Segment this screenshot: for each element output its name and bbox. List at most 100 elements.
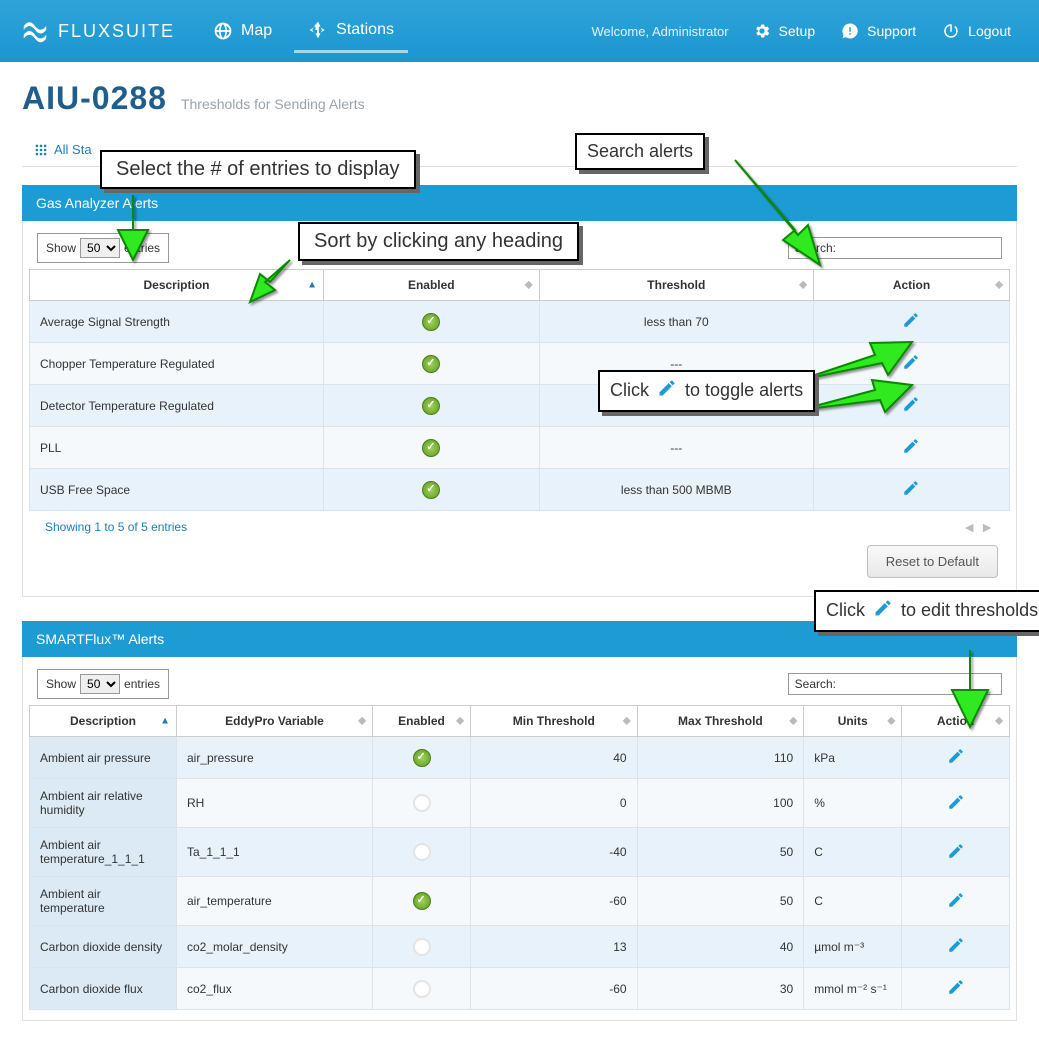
table-row: Carbon dioxide density co2_molar_density…	[30, 926, 1010, 968]
enabled-on-icon[interactable]	[422, 439, 440, 457]
sort-icon: ◆	[789, 716, 797, 727]
enabled-off-icon[interactable]	[413, 980, 431, 998]
prev-icon[interactable]: ◄	[962, 519, 976, 535]
page-title: AIU-0288	[22, 80, 167, 117]
grid-icon	[34, 143, 48, 157]
annotation-arrow-icon	[245, 252, 305, 315]
show-label: Show	[46, 677, 76, 691]
cell-variable: air_temperature	[177, 877, 373, 926]
brand-name: FLUXSUITE	[58, 21, 175, 42]
cell-description: Detector Temperature Regulated	[30, 385, 324, 427]
cell-description: Ambient air temperature	[30, 877, 177, 926]
annotation-arrow-icon	[720, 150, 840, 283]
cell-threshold: ---	[539, 427, 813, 469]
cell-description: Ambient air pressure	[30, 737, 177, 779]
enabled-on-icon[interactable]	[422, 481, 440, 499]
cell-threshold: less than 500 MBMB	[539, 469, 813, 511]
enabled-on-icon[interactable]	[413, 749, 431, 767]
cell-action	[902, 828, 1010, 877]
cell-units: kPa	[804, 737, 902, 779]
enabled-off-icon[interactable]	[413, 794, 431, 812]
cell-variable: co2_flux	[177, 968, 373, 1010]
show-label: Show	[46, 241, 76, 255]
panel2-length-select[interactable]: 50	[80, 674, 120, 694]
col-action[interactable]: Action◆	[813, 270, 1009, 301]
cell-action	[902, 877, 1010, 926]
edit-icon[interactable]	[947, 985, 965, 999]
col2-min[interactable]: Min Threshold◆	[471, 706, 638, 737]
smartflux-table: Description▲ EddyPro Variable◆ Enabled◆ …	[29, 705, 1010, 1010]
cell-enabled	[373, 968, 471, 1010]
col2-units[interactable]: Units◆	[804, 706, 902, 737]
edit-icon[interactable]	[947, 754, 965, 768]
col2-max[interactable]: Max Threshold◆	[637, 706, 804, 737]
callout-entries: Select the # of entries to display	[100, 150, 416, 189]
smartflux-alerts-panel: SMARTFlux™ Alerts Show 50 entries Search…	[22, 621, 1017, 1021]
edit-icon[interactable]	[947, 849, 965, 863]
cell-min: 40	[471, 737, 638, 779]
cell-action	[902, 737, 1010, 779]
cell-max: 40	[637, 926, 804, 968]
sort-icon: ◆	[456, 716, 464, 727]
edit-icon[interactable]	[947, 898, 965, 912]
cell-min: -60	[471, 968, 638, 1010]
cell-action	[902, 779, 1010, 828]
col-enabled[interactable]: Enabled◆	[324, 270, 540, 301]
callout-edit: Click to edit thresholds	[814, 590, 1039, 632]
power-icon	[942, 22, 960, 40]
cell-enabled	[324, 385, 540, 427]
cell-action	[902, 926, 1010, 968]
nav-support[interactable]: Support	[831, 14, 926, 48]
page-title-area: AIU-0288 Thresholds for Sending Alerts	[22, 80, 1017, 117]
cell-description: Ambient air relative humidity	[30, 779, 177, 828]
panel1-search-input[interactable]	[840, 241, 995, 255]
enabled-on-icon[interactable]	[413, 892, 431, 910]
cell-enabled	[373, 779, 471, 828]
nav-support-label: Support	[867, 23, 916, 39]
enabled-on-icon[interactable]	[422, 355, 440, 373]
cell-enabled	[324, 343, 540, 385]
enabled-on-icon[interactable]	[422, 397, 440, 415]
cell-units: C	[804, 877, 902, 926]
callout-search: Search alerts	[575, 133, 705, 170]
cell-min: 0	[471, 779, 638, 828]
nav-map[interactable]: Map	[199, 11, 286, 51]
cell-max: 50	[637, 877, 804, 926]
edit-icon[interactable]	[947, 943, 965, 957]
subnav-all-label: All Sta	[54, 142, 92, 157]
cell-action	[902, 968, 1010, 1010]
cell-description: Carbon dioxide flux	[30, 968, 177, 1010]
pencil-icon	[873, 598, 893, 624]
edit-icon[interactable]	[902, 486, 920, 500]
nav-stations[interactable]: Stations	[294, 10, 408, 53]
page-subtitle: Thresholds for Sending Alerts	[181, 96, 365, 112]
cell-units: mmol m⁻² s⁻¹	[804, 968, 902, 1010]
edit-icon[interactable]	[902, 444, 920, 458]
nav-setup[interactable]: Setup	[743, 14, 826, 48]
col2-enabled[interactable]: Enabled◆	[373, 706, 471, 737]
cell-enabled	[373, 737, 471, 779]
subnav-all-stations[interactable]: All Sta	[26, 133, 100, 166]
brand: FLUXSUITE	[18, 14, 175, 48]
reset-to-default-button[interactable]: Reset to Default	[867, 545, 998, 578]
enabled-off-icon[interactable]	[413, 938, 431, 956]
next-icon[interactable]: ►	[980, 519, 994, 535]
sort-asc-icon: ▲	[160, 716, 170, 727]
enabled-off-icon[interactable]	[413, 843, 431, 861]
table-row: Ambient air relative humidity RH 0 100 %	[30, 779, 1010, 828]
nav-logout-label: Logout	[968, 23, 1011, 39]
cell-description: Chopper Temperature Regulated	[30, 343, 324, 385]
edit-icon[interactable]	[947, 800, 965, 814]
cell-variable: co2_molar_density	[177, 926, 373, 968]
cell-enabled	[324, 469, 540, 511]
globe-icon	[213, 21, 233, 41]
nav-logout[interactable]: Logout	[932, 14, 1021, 48]
nav-setup-label: Setup	[779, 23, 816, 39]
pencil-icon	[657, 378, 677, 404]
cell-max: 30	[637, 968, 804, 1010]
enabled-on-icon[interactable]	[422, 313, 440, 331]
col2-description[interactable]: Description▲	[30, 706, 177, 737]
cell-variable: Ta_1_1_1	[177, 828, 373, 877]
col2-variable[interactable]: EddyPro Variable◆	[177, 706, 373, 737]
cell-min: 13	[471, 926, 638, 968]
